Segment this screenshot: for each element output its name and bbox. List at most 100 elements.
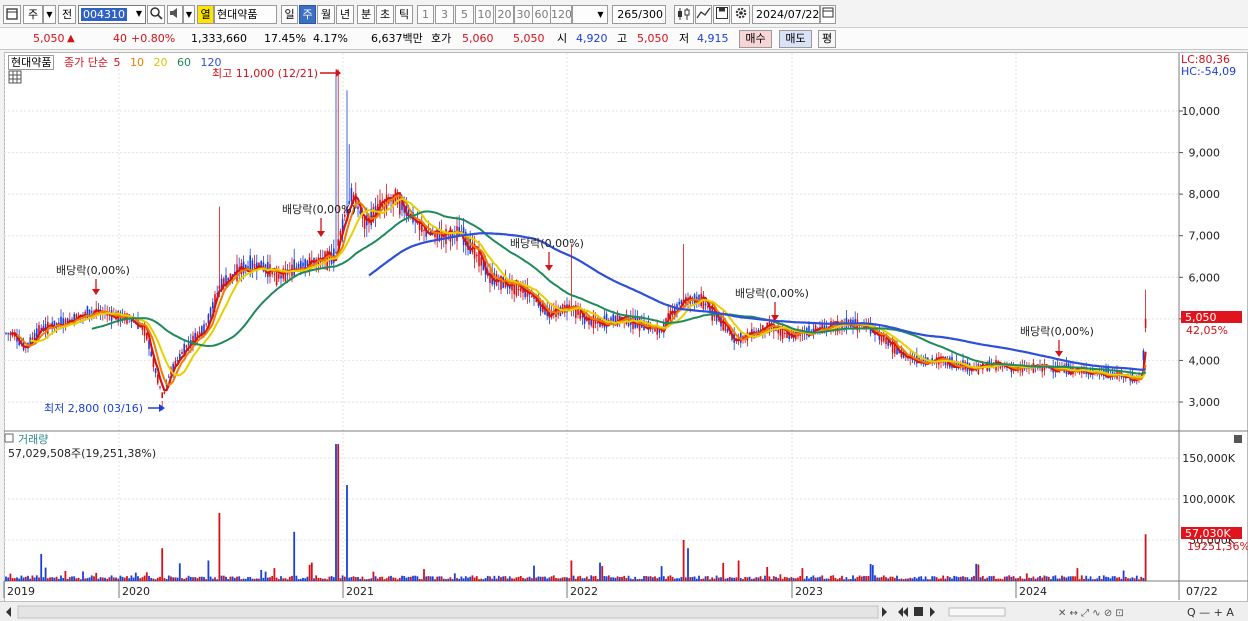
volume-bar [418, 578, 421, 581]
volume-bar [225, 576, 227, 581]
volume-bar [858, 575, 861, 581]
scroll-left-icon[interactable] [6, 607, 11, 617]
volume-bar [462, 578, 465, 581]
volume-bar [812, 575, 815, 581]
volume-bar [16, 577, 18, 581]
volume-bar [975, 563, 978, 581]
volume-bar [713, 578, 716, 581]
legend-stock-name[interactable]: 현대약품 [8, 55, 55, 70]
volume-bar [860, 576, 863, 581]
volume-bar [744, 577, 747, 581]
price-tick-label: 7,000 [1189, 230, 1221, 243]
volume-bar [1017, 578, 1019, 581]
volume-bar [104, 577, 106, 581]
volume-bar [770, 579, 773, 581]
next-icon[interactable] [930, 607, 935, 617]
volume-bar [141, 577, 144, 581]
volume-bar [790, 577, 793, 581]
volume-bar [592, 576, 595, 581]
zoom-slider[interactable] [948, 607, 1006, 617]
volume-bar [137, 576, 139, 581]
volume-bar [506, 578, 509, 581]
volume-bar [904, 578, 907, 581]
volume-bar [706, 576, 709, 581]
volume-bar [480, 578, 483, 581]
volume-bar [163, 578, 166, 581]
volume-bar [209, 576, 212, 581]
stop-icon[interactable] [914, 607, 923, 616]
volume-bar [478, 579, 480, 581]
volume-bar [297, 579, 300, 581]
zoom-tools-icon[interactable]: ✕ ↔ ⤢ ∿ ⊘ ⊡ [1058, 608, 1124, 619]
volume-bar [933, 576, 936, 581]
candle-body [218, 285, 221, 289]
volume-bar [374, 576, 377, 581]
table-toggle-icon[interactable] [8, 70, 22, 84]
volume-bar [823, 578, 826, 581]
volume-bar [218, 512, 221, 581]
volume-bar [887, 578, 890, 581]
volume-bar [821, 575, 824, 581]
volume-bar [357, 576, 359, 581]
volume-bar [561, 577, 564, 581]
rewind-icon[interactable] [898, 607, 908, 617]
play-icon[interactable] [882, 607, 887, 617]
volume-bar [555, 578, 557, 581]
volume-bar [526, 577, 529, 581]
volume-bar [691, 576, 694, 581]
volume-panel-close-icon[interactable] [1234, 435, 1242, 443]
volume-bar [836, 579, 839, 581]
volume-bar [651, 577, 654, 581]
candle-body [476, 254, 478, 257]
scroll-track[interactable] [17, 605, 879, 619]
candle-body [86, 306, 89, 320]
volume-bar [1025, 573, 1028, 581]
price-volume-chart[interactable]: 10,0009,0008,0007,0006,0005,0004,0003,00… [0, 0, 1248, 621]
year-label: 2021 [346, 585, 374, 598]
volume-bar [456, 578, 458, 581]
volume-bar [132, 577, 135, 581]
volume-bars [5, 444, 1147, 581]
volume-bar [854, 578, 857, 581]
volume-bar [332, 577, 335, 581]
volume-bar [341, 575, 344, 581]
volume-bar [979, 577, 982, 581]
volume-bar [929, 579, 931, 581]
zoom-buttons-icon[interactable]: Q — + A [1187, 606, 1234, 619]
volume-bar [911, 578, 914, 581]
last-date-label: 07/22 [1186, 585, 1218, 598]
volume-bar [918, 576, 920, 581]
volume-bar [1010, 576, 1013, 581]
volume-bar [898, 579, 901, 581]
chart-scrollbar[interactable]: ✕ ↔ ⤢ ∿ ⊘ ⊡ Q — + A [0, 601, 1248, 621]
candle-body [579, 311, 581, 319]
legend-ma-20: 20 [153, 56, 168, 69]
volume-bar [497, 575, 500, 581]
volume-bar [726, 578, 729, 581]
candle-body [517, 289, 520, 291]
volume-bar [159, 576, 161, 581]
min-price-label: 최저 2,800 (03/16) [44, 402, 143, 415]
candle-body [520, 288, 522, 292]
volume-bar [621, 576, 623, 581]
volume-bar [1076, 568, 1079, 581]
price-tick-label: 8,000 [1189, 188, 1221, 201]
volume-bar [1083, 579, 1085, 581]
volume-bar [799, 576, 802, 581]
volume-bar [429, 576, 432, 581]
volume-bar [852, 575, 854, 581]
volume-bar [825, 578, 828, 581]
volume-bar [629, 578, 632, 581]
volume-panel-checkbox-icon[interactable] [4, 433, 14, 443]
volume-bar [284, 578, 287, 581]
volume-bar [449, 577, 452, 581]
volume-bar [145, 572, 148, 581]
dividend-arrow-icon [545, 265, 553, 271]
volume-bar [612, 577, 615, 581]
volume-bar [627, 575, 630, 581]
volume-bar [1036, 577, 1039, 581]
volume-bar [99, 577, 102, 581]
year-label: 2022 [570, 585, 598, 598]
volume-bar [874, 575, 876, 581]
volume-bar [964, 577, 967, 581]
